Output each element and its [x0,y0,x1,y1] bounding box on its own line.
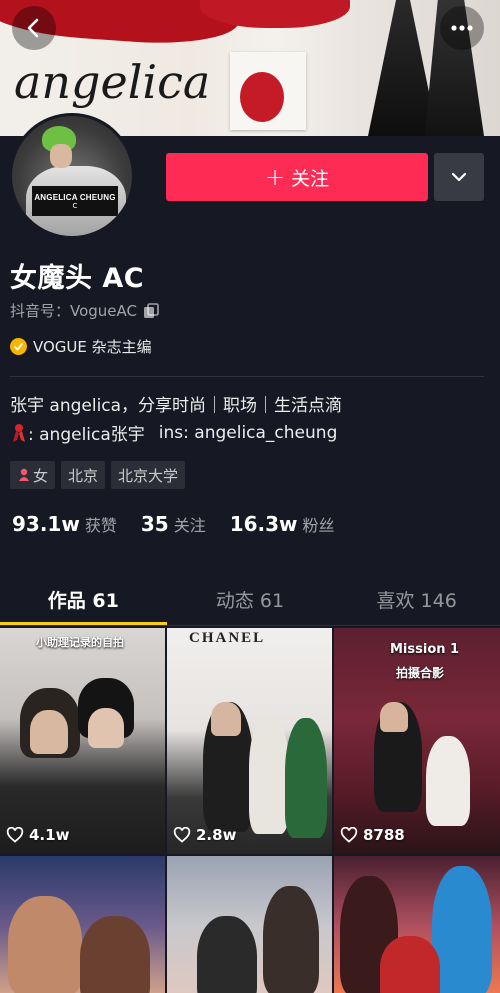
female-icon [19,468,29,481]
video-thumbnail[interactable] [334,856,500,993]
heart-outline-icon [340,827,358,843]
divider [0,625,500,626]
tag-gender: 女 [10,461,56,489]
banner-portrait-hair [240,72,284,122]
stat-likes[interactable]: 93.1w 获赞 [12,512,117,536]
video-caption: 小助理记录的自拍 [36,636,124,649]
divider [10,376,484,377]
heart-outline-icon [173,827,191,843]
profile-stats: 93.1w 获赞 35 关注 16.3w 粉丝 [12,512,335,536]
tag-school: 北京大学 [111,461,186,489]
bio-line: 张宇 angelica，分享时尚｜职场｜生活点滴 [10,396,343,416]
video-thumbnail[interactable]: 小助理记录的自拍 4.1w [0,628,165,854]
verified-badge: VOGUE 杂志主编 [10,336,152,357]
video-caption: Mission 1 [390,642,460,657]
follow-button[interactable]: + 关注 [166,153,428,201]
chevron-down-icon [451,172,467,182]
svg-text:angelica: angelica [14,55,210,109]
tab-moments[interactable]: 动态 61 [167,574,334,624]
video-likes: 4.1w [6,826,69,844]
copy-icon[interactable] [143,302,159,319]
profile-tags: 女 北京 北京大学 [10,461,186,489]
video-thumbnail[interactable]: CHANEL 2.8w [167,628,332,854]
profile-name: 女魔头 AC [10,263,145,294]
recommend-dropdown-button[interactable] [434,153,484,201]
tab-works[interactable]: 作品 61 [0,574,167,625]
video-thumbnail[interactable] [0,856,165,993]
follow-label: 关注 [291,167,330,190]
stat-following[interactable]: 35 关注 [141,512,206,536]
more-dots-icon [451,25,473,31]
banner-signature: angelica [14,55,210,109]
video-likes: 8788 [340,826,405,844]
video-thumbnail[interactable]: Mission 1 拍摄合影 8788 [334,628,500,854]
video-likes: 2.8w [173,826,236,844]
tag-location: 北京 [61,461,106,489]
video-caption: 拍摄合影 [396,666,445,680]
verified-check-icon [10,338,27,355]
video-grid: 小助理记录的自拍 4.1w CHANEL 2.8w Mission 1 拍摄合影… [0,628,500,993]
douyin-id: 抖音号：VogueAC [10,300,159,321]
profile-tabs: 作品 61 动态 61 喜欢 146 [0,574,500,625]
more-options-button[interactable] [440,6,484,50]
red-ribbon-icon [13,423,25,442]
avatar[interactable]: ANGELICA CHEUNG C [9,113,135,239]
chevron-left-icon [27,18,39,38]
video-thumbnail[interactable] [167,856,332,993]
back-button[interactable] [12,6,56,50]
bio-line: : angelica张宇 ins: angelica_cheung [10,420,337,445]
heart-outline-icon [6,827,24,843]
avatar-chair-sign: ANGELICA CHEUNG C [32,186,118,216]
video-caption: CHANEL [189,630,266,646]
tab-likes[interactable]: 喜欢 146 [333,574,500,624]
stat-followers[interactable]: 16.3w 粉丝 [230,512,335,536]
plus-icon: + [264,163,286,191]
